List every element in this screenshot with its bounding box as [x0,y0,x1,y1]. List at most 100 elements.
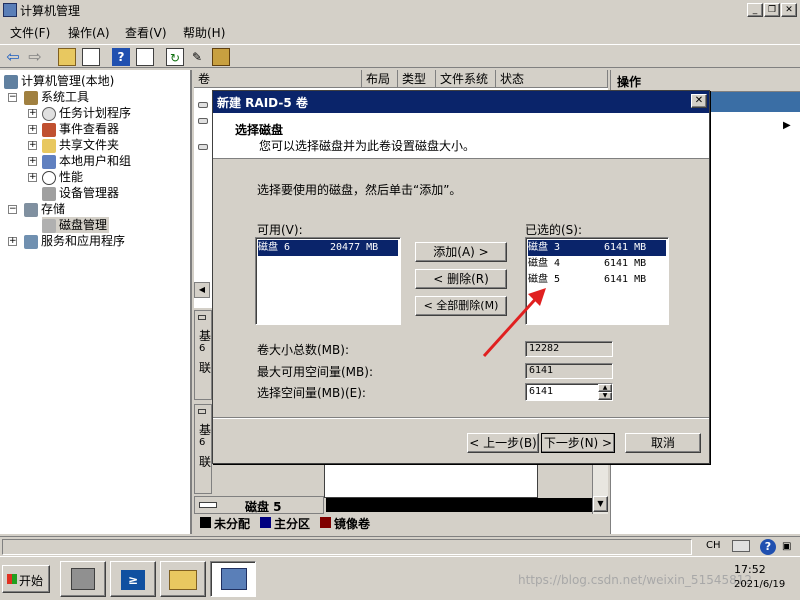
restore-button[interactable]: ❐ [764,3,780,17]
forward-arrow-icon[interactable]: ⇨ [26,48,44,66]
menu-file[interactable]: 文件(F) [10,24,50,41]
disk-properties-icon[interactable] [212,48,230,66]
disk-label-panel: 基 6 联 [194,310,212,400]
column-header-layout[interactable]: 布局 [362,70,398,88]
menu-help[interactable]: 帮助(H) [183,24,225,41]
disk-type-label: 基 [199,329,212,343]
disk-status-label: 联 [199,455,212,469]
stepper-up-icon[interactable]: ▲ [598,384,612,392]
tree-item-shared-folders[interactable]: 共享文件夹 [42,137,119,153]
column-header-filesystem[interactable]: 文件系统 [436,70,496,88]
total-size-label: 卷大小总数(MB): [257,343,349,357]
app-icon [3,3,17,17]
taskbar-computer-management[interactable] [210,561,256,597]
tray-options-icon[interactable]: ▣ [782,541,791,552]
menu-bar: 文件(F) 操作(A) 查看(V) 帮助(H) [0,20,800,42]
expand-icon[interactable]: + [28,141,37,150]
help-icon[interactable]: ? [112,48,130,66]
disk-5-label: 磁盘 5 [245,500,282,514]
select-space-stepper[interactable]: ▲ ▼ [598,384,612,400]
tree-item-services-apps[interactable]: 服务和应用程序 [24,233,125,249]
ime-indicator[interactable]: CH [706,540,721,551]
horizontal-scrollbar[interactable]: ◀ [194,282,210,298]
tree-label: 存储 [41,202,66,216]
back-arrow-icon[interactable]: ⇦ [4,48,22,66]
legend-bar: 未分配 主分区 镜像卷 [194,514,608,532]
export-icon[interactable]: ✎ [188,48,206,66]
disk-name: 磁盘 6 [258,242,291,253]
tree-item-root[interactable]: 计算机管理(本地) [4,73,114,89]
cancel-button[interactable]: 取消 [625,433,701,453]
dialog-close-button[interactable]: ✕ [691,94,707,108]
tree-item-performance[interactable]: 性能 [42,169,83,185]
expand-icon[interactable]: + [28,173,37,182]
back-button[interactable]: < 上一步(B) [467,433,539,453]
clock-time[interactable]: 17:52 [734,563,766,576]
actions-header: 操作 [611,70,800,92]
select-space-label: 选择空间量(MB)(E): [257,386,366,400]
close-button[interactable]: ✕ [781,3,797,17]
clock-date[interactable]: 2021/6/19 [734,579,785,590]
collapse-icon[interactable]: − [8,93,17,102]
list-item[interactable]: 磁盘 6 20477 MB [258,240,398,256]
dialog-title: 新建 RAID-5 卷 [217,96,308,110]
tree-item-task-scheduler[interactable]: 任务计划程序 [42,105,131,121]
tree-item-event-viewer[interactable]: 事件查看器 [42,121,119,137]
add-button[interactable]: 添加(A) > [415,242,507,262]
tree-item-system-tools[interactable]: 系统工具 [24,89,89,105]
show-hide-tree-icon[interactable] [82,48,100,66]
taskbar-server-manager[interactable] [60,561,106,597]
disk-label-panel: 基 6 联 [194,404,212,494]
dialog-instruction: 选择要使用的磁盘，然后单击“添加”。 [257,183,462,197]
new-raid5-dialog: 新建 RAID-5 卷 ✕ 选择磁盘 您可以选择磁盘并为此卷设置磁盘大小。 选择… [212,90,710,464]
disk-size: 6141 MB [604,258,647,269]
keyboard-icon[interactable] [732,540,750,552]
start-label: 开始 [19,574,44,588]
tree-item-storage[interactable]: 存储 [24,201,65,217]
start-button[interactable]: 开始 [2,565,50,593]
expand-icon[interactable]: + [28,157,37,166]
tree-label: 本地用户和组 [59,154,132,168]
storage-icon [24,202,38,217]
column-header-type[interactable]: 类型 [398,70,436,88]
minimize-button[interactable]: _ [747,3,763,17]
next-button[interactable]: 下一步(N) > [541,433,615,453]
tree-item-local-users[interactable]: 本地用户和组 [42,153,131,169]
tree-label: 计算机管理(本地) [21,74,115,88]
tree-item-disk-management[interactable]: 磁盘管理 [42,217,110,233]
scroll-down-button[interactable]: ▼ [593,496,608,512]
disk-5-partition[interactable] [326,498,592,512]
tree-label: 系统工具 [41,90,90,104]
watermark-text: https://blog.csdn.net/weixin_51545812 [518,573,753,587]
selected-label: 已选的(S): [525,223,583,237]
column-header-volume[interactable]: 卷 [194,70,362,88]
column-header-status[interactable]: 状态 [496,70,608,88]
up-folder-icon[interactable] [58,48,76,66]
expand-icon[interactable]: + [28,125,37,134]
partition-box[interactable] [324,462,538,498]
available-disks-list[interactable]: 磁盘 6 20477 MB [255,237,401,325]
taskbar-explorer[interactable] [160,561,206,597]
list-item[interactable]: 磁盘 3 6141 MB [528,240,666,256]
menu-action[interactable]: 操作(A) [68,24,110,41]
list-item[interactable]: 磁盘 4 6141 MB [528,256,666,272]
legend-swatch-mirror [320,517,331,528]
available-label: 可用(V): [257,223,303,237]
disk-size: 6141 MB [604,274,647,285]
more-actions-arrow-icon[interactable]: ▶ [783,120,791,131]
expand-icon[interactable]: + [8,237,17,246]
tree-label: 服务和应用程序 [41,234,126,248]
menu-view[interactable]: 查看(V) [125,24,167,41]
legend-label-unallocated: 未分配 [214,517,251,531]
collapse-icon[interactable]: − [8,205,17,214]
disk-status-label: 联 [199,361,212,375]
taskbar-powershell[interactable]: ≥ [110,561,156,597]
stepper-down-icon[interactable]: ▼ [598,392,612,400]
help-circle-icon[interactable]: ? [760,539,776,555]
computer-management-icon [221,568,247,590]
refresh-icon[interactable]: ↻ [166,48,184,66]
tree-item-device-manager[interactable]: 设备管理器 [42,185,119,201]
properties-pane-icon[interactable] [136,48,154,66]
expand-icon[interactable]: + [28,109,37,118]
disk-size: 6141 MB [604,242,647,253]
